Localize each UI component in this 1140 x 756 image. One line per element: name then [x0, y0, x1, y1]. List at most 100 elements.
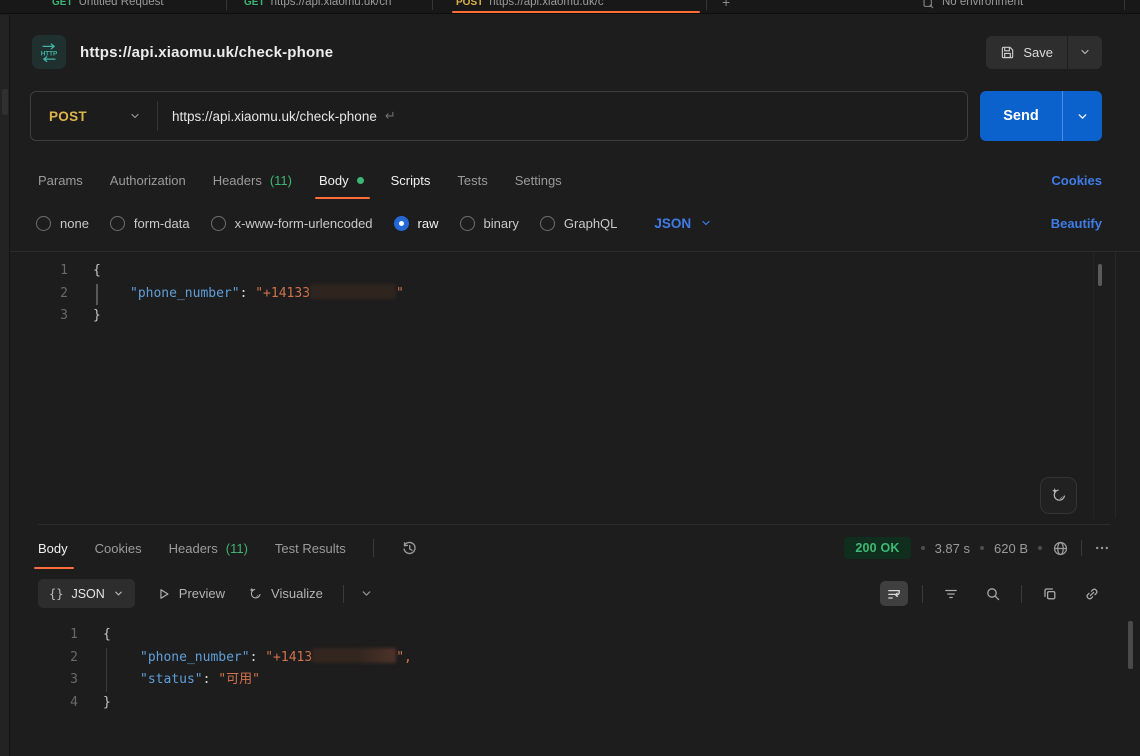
tab-tests[interactable]: Tests [457, 159, 487, 201]
wrap-lines-button[interactable] [880, 581, 908, 606]
sidebar-handle[interactable] [2, 89, 8, 115]
radio-form-data[interactable]: form-data [110, 216, 190, 231]
radio-label: GraphQL [564, 216, 617, 231]
search-button[interactable] [979, 581, 1007, 606]
radio-icon [394, 216, 409, 231]
response-format-selector[interactable]: {} JSON [38, 579, 135, 608]
code-text: { [103, 624, 111, 647]
tab-params[interactable]: Params [38, 159, 83, 201]
radio-label: binary [484, 216, 519, 231]
radio-label: x-www-form-urlencoded [235, 216, 373, 231]
line-number: 2 [10, 283, 68, 306]
code-line: 1 { [10, 624, 1140, 647]
scrollbar[interactable] [1128, 621, 1133, 669]
radio-graphql[interactable]: GraphQL [540, 216, 617, 231]
tab-divider [226, 0, 227, 10]
tab-scripts[interactable]: Scripts [391, 159, 431, 201]
save-options-button[interactable] [1067, 36, 1102, 69]
send-button[interactable]: Send [980, 91, 1062, 141]
separator-dot [980, 546, 984, 550]
radio-x-www-form-urlencoded[interactable]: x-www-form-urlencoded [211, 216, 373, 231]
method-label: POST [49, 109, 87, 124]
chevron-down-icon [113, 588, 124, 599]
code-text: "phone_number": "+14133" [93, 283, 404, 306]
chevron-down-icon [360, 587, 373, 600]
format-label: JSON [71, 587, 104, 601]
view-options-button[interactable] [360, 587, 373, 600]
radio-none[interactable]: none [36, 216, 89, 231]
radio-binary[interactable]: binary [460, 216, 519, 231]
new-tab-button[interactable]: + [722, 0, 730, 14]
url-row: POST https://api.xiaomu.uk/check-phone ↵… [30, 91, 1102, 141]
radio-icon [110, 216, 125, 231]
send-button-group: Send [980, 91, 1102, 141]
window-tab-2[interactable]: GEThttps://api.xiaomu.uk/ch [244, 0, 391, 14]
response-body-editor[interactable]: 1 { 2 "phone_number": "+1413", 3 "status… [10, 616, 1140, 756]
filter-icon [943, 586, 959, 602]
indent-guide [106, 648, 107, 692]
code-text: "phone_number": "+1413", [103, 647, 412, 670]
response-tab-test-results[interactable]: Test Results [275, 525, 346, 571]
json-value: " [396, 286, 404, 301]
tab-label: Untitled Request [79, 0, 164, 8]
body-mode-row: none form-data x-www-form-urlencoded raw… [36, 207, 1102, 239]
enter-key-hint: ↵ [385, 108, 396, 124]
json-key: "phone_number" [140, 650, 250, 665]
svg-text:HTTP: HTTP [41, 50, 58, 57]
radio-raw[interactable]: raw [394, 216, 439, 231]
cookies-link[interactable]: Cookies [1051, 173, 1102, 188]
tab-settings[interactable]: Settings [515, 159, 562, 201]
chevron-down-icon [1076, 110, 1089, 123]
window-tab-untitled[interactable]: GETUntitled Request [52, 0, 164, 14]
scrollbar[interactable] [1098, 264, 1102, 286]
tab-label: Cookies [95, 541, 142, 556]
active-tab-indicator [452, 11, 700, 13]
separator-dot [921, 546, 925, 550]
word-wrap-icon [886, 586, 902, 602]
environment-icon [922, 0, 935, 10]
request-title: https://api.xiaomu.uk/check-phone [80, 44, 333, 61]
postbot-button[interactable] [1040, 477, 1077, 514]
headers-count: (11) [270, 173, 292, 188]
save-button[interactable]: Save [986, 36, 1067, 69]
code-line: 3 } [10, 305, 1140, 328]
response-time: 3.87 s [935, 541, 970, 556]
method-selector[interactable]: POST [31, 109, 157, 124]
radio-label: none [60, 216, 89, 231]
send-label: Send [1003, 108, 1038, 124]
url-input[interactable]: https://api.xiaomu.uk/check-phone ↵ [158, 108, 967, 124]
environment-label: No environment [942, 0, 1023, 14]
sidebar-edge[interactable] [0, 15, 10, 756]
link-button[interactable] [1078, 581, 1106, 606]
beautify-link[interactable]: Beautify [1051, 216, 1102, 231]
tab-authorization[interactable]: Authorization [110, 159, 186, 201]
history-button[interactable] [401, 540, 418, 557]
visualize-button[interactable]: Visualize [247, 586, 323, 602]
code-line: 2 "phone_number": "+1413", [10, 647, 1140, 670]
line-number: 2 [10, 647, 78, 670]
response-tab-headers[interactable]: Headers(11) [169, 525, 248, 571]
request-body-editor[interactable]: 1 { 2 "phone_number": "+14133" 3 } [10, 251, 1140, 524]
filter-button[interactable] [937, 581, 965, 606]
response-actions-button[interactable] [1094, 540, 1110, 556]
json-colon: : [203, 672, 219, 687]
response-tab-cookies[interactable]: Cookies [95, 525, 142, 571]
environment-selector[interactable]: No environment [922, 0, 1023, 14]
response-tab-body[interactable]: Body [38, 525, 68, 571]
response-tools-right [880, 581, 1106, 606]
preview-button[interactable]: Preview [157, 586, 225, 601]
tab-label: Authorization [110, 173, 186, 188]
redacted-value [312, 648, 396, 663]
json-value: "可用" [218, 672, 260, 687]
network-globe-icon[interactable] [1052, 540, 1069, 557]
tab-body[interactable]: Body [319, 159, 364, 201]
json-colon: : [250, 650, 266, 665]
body-language-selector[interactable]: JSON [654, 216, 712, 231]
tab-headers[interactable]: Headers(11) [213, 159, 292, 201]
braces-icon: {} [49, 587, 63, 601]
copy-button[interactable] [1036, 581, 1064, 606]
tab-divider [706, 0, 707, 10]
tab-divider [432, 0, 433, 10]
tab-label: https://api.xiaomu.uk/ch [271, 0, 392, 8]
send-options-button[interactable] [1062, 91, 1102, 141]
